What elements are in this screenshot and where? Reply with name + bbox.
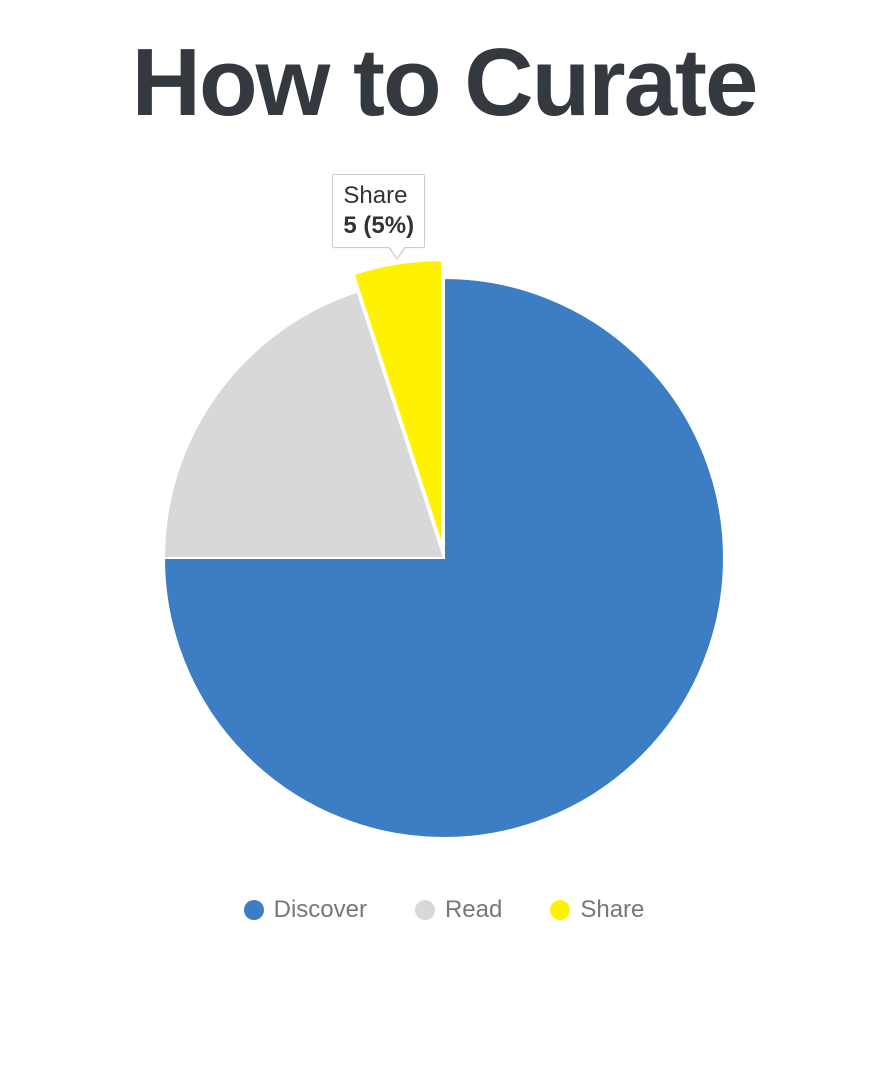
legend-swatch-icon [550, 900, 570, 920]
legend-label: Read [445, 896, 502, 924]
tooltip-value: 5 (5%) [343, 211, 414, 241]
page: How to Curate Share 5 (5%) Discover Read… [0, 0, 888, 1066]
legend-swatch-icon [415, 900, 435, 920]
tooltip-tail-icon [389, 246, 405, 258]
pie-chart [144, 208, 744, 848]
pie-chart-container: Share 5 (5%) [0, 208, 888, 848]
legend-item-read[interactable]: Read [415, 896, 502, 924]
legend-swatch-icon [244, 900, 264, 920]
legend-item-share[interactable]: Share [550, 896, 644, 924]
legend-label: Share [580, 896, 644, 924]
legend-item-discover[interactable]: Discover [244, 896, 367, 924]
legend-label: Discover [274, 896, 367, 924]
tooltip-name: Share [343, 181, 414, 211]
legend: Discover Read Share [0, 896, 888, 924]
page-title: How to Curate [0, 0, 888, 138]
chart-tooltip: Share 5 (5%) [332, 174, 425, 248]
